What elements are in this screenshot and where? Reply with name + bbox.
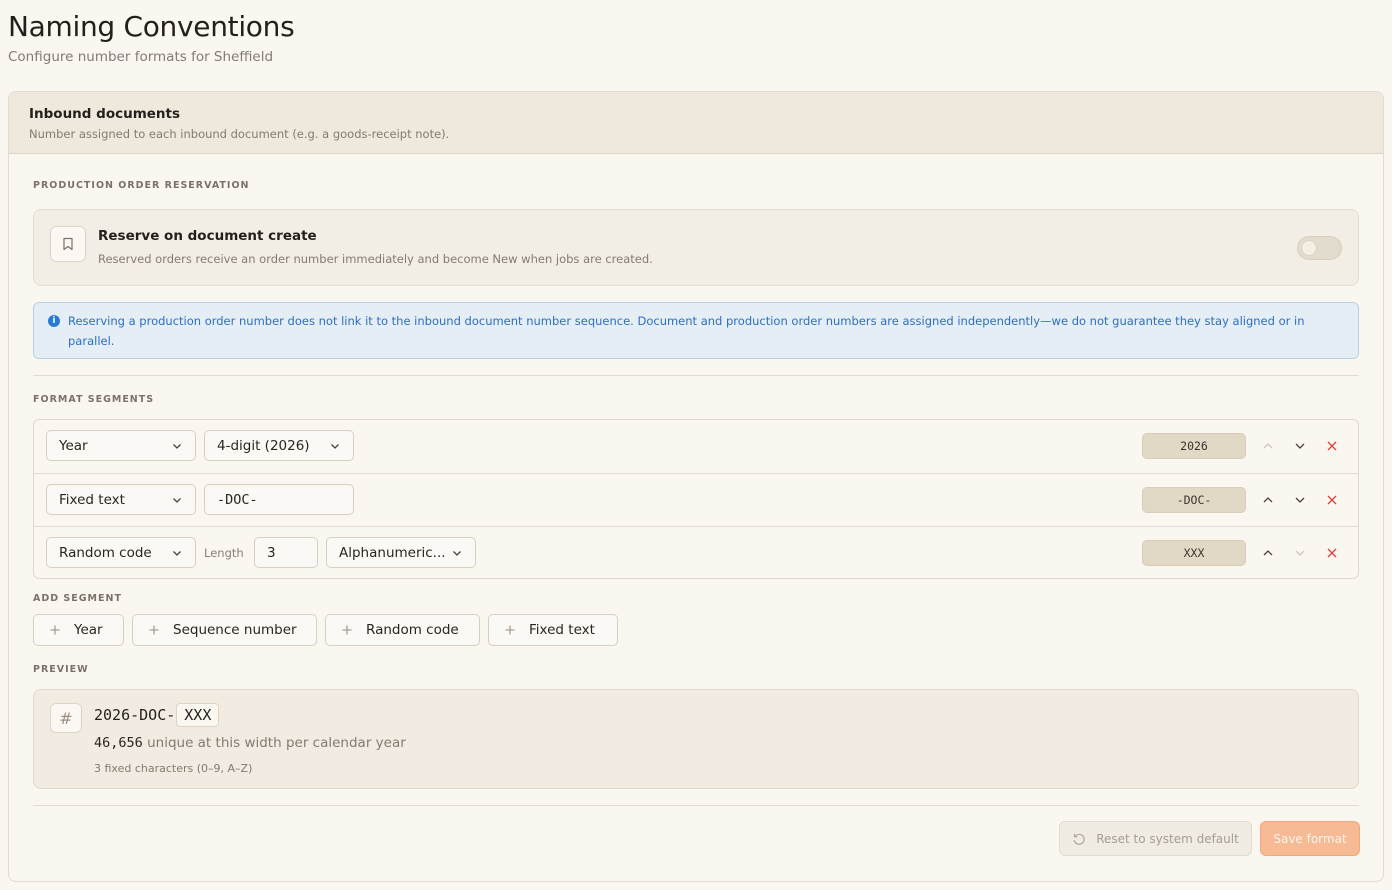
- charset-value: Alphanumeric...: [339, 544, 446, 561]
- preview-prefix: 2026-DOC-: [94, 706, 176, 724]
- length-input[interactable]: 3: [254, 537, 318, 568]
- info-text: Reserving a production order number does…: [68, 314, 1305, 348]
- close-icon: [1327, 548, 1337, 558]
- plus-icon: [505, 625, 515, 635]
- remove-segment-button[interactable]: [1322, 543, 1342, 563]
- reserve-toggle[interactable]: [1297, 236, 1342, 260]
- move-down-button[interactable]: [1290, 543, 1310, 563]
- close-icon: [1327, 441, 1337, 451]
- close-icon: [1327, 495, 1337, 505]
- reservation-description: Reserved orders receive an order number …: [98, 252, 653, 266]
- move-down-button[interactable]: [1290, 490, 1310, 510]
- format-segments-label: FORMAT SEGMENTS: [33, 394, 155, 405]
- move-up-button[interactable]: [1258, 543, 1278, 563]
- hash-icon: #: [50, 703, 82, 733]
- card-header: Inbound documents Number assigned to eac…: [9, 92, 1383, 154]
- segment-list: Year 4-digit (2026) 2026 Fixed text -DOC…: [33, 419, 1359, 579]
- add-random-code-label: Random code: [366, 622, 459, 638]
- plus-icon: [50, 625, 60, 635]
- section-divider: [33, 375, 1359, 376]
- year-format-value: 4-digit (2026): [217, 437, 310, 454]
- move-up-button[interactable]: [1258, 436, 1278, 456]
- reset-to-default-button[interactable]: Reset to system default: [1059, 821, 1252, 856]
- segment-type-value: Fixed text: [59, 491, 125, 508]
- reset-label: Reset to system default: [1096, 831, 1239, 846]
- plus-icon: [149, 625, 159, 635]
- fixed-text-input[interactable]: -DOC-: [204, 484, 354, 515]
- segment-type-select[interactable]: Random code: [46, 537, 196, 568]
- card-title: Inbound documents: [29, 106, 181, 122]
- add-year-label: Year: [74, 622, 103, 638]
- chevron-down-icon: [1295, 550, 1305, 556]
- bookmark-icon: [50, 226, 86, 262]
- preview-panel: # 2026-DOC- XXX 46,656 unique at this wi…: [33, 689, 1359, 789]
- inbound-documents-card: Inbound documents Number assigned to eac…: [8, 91, 1384, 882]
- page-subtitle: Configure number formats for Sheffield: [8, 49, 274, 65]
- move-up-button[interactable]: [1258, 490, 1278, 510]
- segment-preview-chip: XXX: [1142, 540, 1246, 566]
- chevron-down-icon: [1295, 443, 1305, 449]
- card-description: Number assigned to each inbound document…: [29, 127, 450, 141]
- preview-count-value: 46,656: [94, 735, 143, 751]
- year-format-select[interactable]: 4-digit (2026): [204, 430, 354, 461]
- segment-row-fixed-text: Fixed text -DOC- -DOC-: [34, 473, 1358, 526]
- charset-select[interactable]: Alphanumeric...: [326, 537, 476, 568]
- preview-note: 3 fixed characters (0–9, A–Z): [94, 762, 253, 775]
- chevron-down-icon: [331, 443, 339, 449]
- chevron-up-icon: [1263, 497, 1273, 503]
- chevron-down-icon: [173, 497, 181, 503]
- segment-row-random-code: Random code Length 3 Alphanumeric... XXX: [34, 526, 1358, 579]
- preview-code: 2026-DOC- XXX: [94, 703, 220, 727]
- chevron-down-icon: [453, 550, 461, 556]
- preview-count-suffix: unique at this width per calendar year: [147, 735, 406, 751]
- add-segment-label: ADD SEGMENT: [33, 593, 122, 604]
- add-sequence-number-label: Sequence number: [173, 622, 297, 638]
- segment-type-select[interactable]: Fixed text: [46, 484, 196, 515]
- chevron-down-icon: [1295, 497, 1305, 503]
- segment-type-value: Year: [59, 437, 88, 454]
- page-title: Naming Conventions: [8, 10, 295, 43]
- add-fixed-text-label: Fixed text: [529, 622, 595, 638]
- remove-segment-button[interactable]: [1322, 436, 1342, 456]
- reservation-title: Reserve on document create: [98, 228, 317, 244]
- plus-icon: [342, 625, 352, 635]
- chevron-down-icon: [173, 550, 181, 556]
- add-random-code-button[interactable]: Random code: [325, 614, 480, 646]
- undo-icon: [1073, 833, 1085, 845]
- length-label: Length: [204, 546, 244, 560]
- save-format-button[interactable]: Save format: [1260, 821, 1360, 856]
- segment-type-select[interactable]: Year: [46, 430, 196, 461]
- add-sequence-number-button[interactable]: Sequence number: [132, 614, 317, 646]
- footer-divider: [33, 805, 1359, 806]
- remove-segment-button[interactable]: [1322, 490, 1342, 510]
- toggle-knob: [1301, 240, 1317, 256]
- preview-count: 46,656 unique at this width per calendar…: [94, 735, 406, 751]
- info-icon: i: [48, 315, 60, 327]
- segment-type-value: Random code: [59, 544, 152, 561]
- move-down-button[interactable]: [1290, 436, 1310, 456]
- chevron-up-icon: [1263, 550, 1273, 556]
- chevron-down-icon: [173, 443, 181, 449]
- reservation-panel: Reserve on document create Reserved orde…: [33, 209, 1359, 286]
- reservation-section-label: PRODUCTION ORDER RESERVATION: [33, 180, 250, 191]
- segment-preview-chip: 2026: [1142, 433, 1246, 459]
- add-year-button[interactable]: Year: [33, 614, 124, 646]
- preview-label: PREVIEW: [33, 664, 89, 675]
- segment-row-year: Year 4-digit (2026) 2026: [34, 420, 1358, 473]
- add-fixed-text-button[interactable]: Fixed text: [488, 614, 618, 646]
- preview-random-part: XXX: [176, 703, 220, 727]
- chevron-up-icon: [1263, 443, 1273, 449]
- info-banner: i Reserving a production order number do…: [33, 302, 1359, 359]
- segment-preview-chip: -DOC-: [1142, 487, 1246, 513]
